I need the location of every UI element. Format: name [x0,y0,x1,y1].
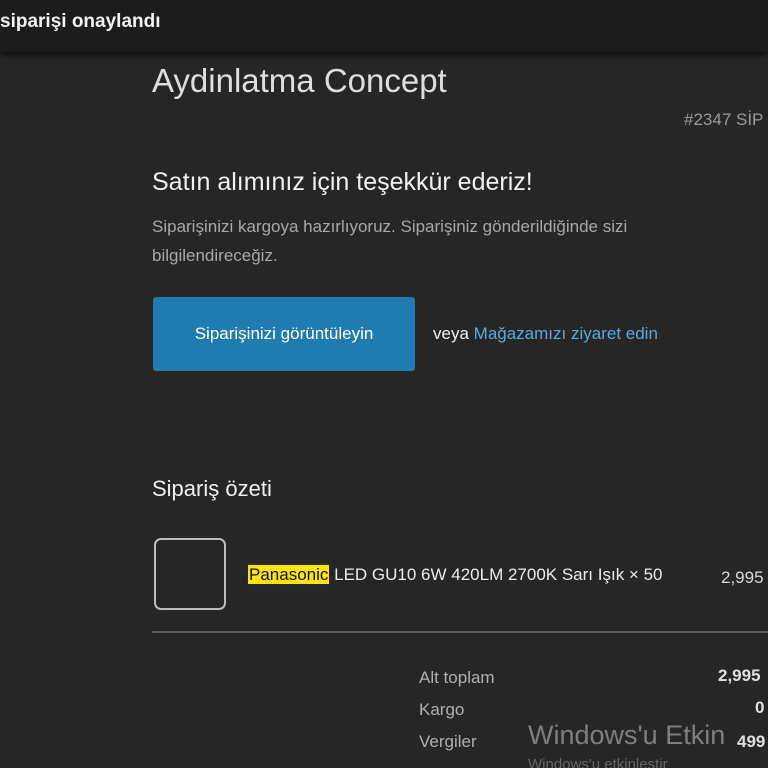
tax-label: Vergiler [419,732,477,751]
activation-watermark-subtext: Windows'u etkinleştir [528,756,668,768]
product-brand: Panasonic [248,565,330,584]
summary-divider [152,631,768,633]
or-visit-store: veya Mağazamızı ziyaret edin [433,324,658,344]
product-thumbnail [154,538,226,610]
product-title: LED GU10 6W 420LM 2700K Sarı Işık × 50 [329,565,663,584]
window-title: siparişi onaylandı [0,11,161,32]
shipping-label: Kargo [419,700,465,719]
product-price: 2,995 [721,568,764,587]
shop-name: Aydinlatma Concept [152,62,447,99]
order-description: Siparişinizi kargoya hazırlıyoruz. Sipar… [152,212,712,270]
activation-watermark: Windows'u Etkin [528,720,726,750]
view-order-button[interactable]: Siparişinizi görüntüleyin [153,297,415,371]
product-name: Panasonic LED GU10 6W 420LM 2700K Sarı I… [248,565,662,585]
order-number: #2347 SİP [684,110,764,129]
subtotal-label: Alt toplam [419,668,495,687]
or-label: veya [433,324,469,343]
order-summary-title: Sipariş özeti [152,476,272,501]
subtotal-value: 2,995 [718,666,761,685]
thank-you-heading: Satın alımınız için teşekkür ederiz! [152,168,533,196]
order-description-line-1: Siparişinizi kargoya hazırlıyoruz. Sipar… [152,217,628,236]
page: siparişi onaylandı Aydinlatma Concept #2… [0,0,768,768]
shipping-value: 0 [755,698,765,717]
title-bar: siparişi onaylandı [0,0,768,53]
tax-value: 499 [737,732,766,751]
order-description-line-2: bilgilendireceğiz. [152,246,278,265]
visit-store-link[interactable]: Mağazamızı ziyaret edin [474,324,658,343]
